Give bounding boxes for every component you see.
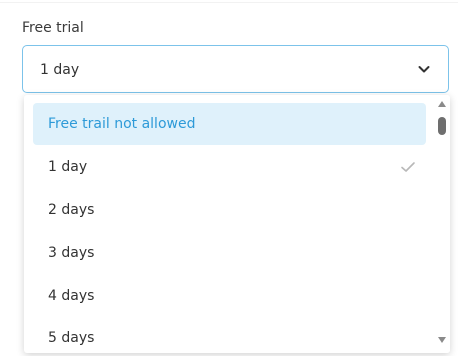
free-trial-select[interactable]: 1 day [22, 45, 449, 93]
option-label: 3 days [48, 245, 95, 261]
option-label: 2 days [48, 202, 95, 218]
option-label: 5 days [48, 330, 95, 346]
option-label: Free trail not allowed [48, 116, 196, 132]
scroll-up-arrow-icon[interactable] [438, 101, 446, 107]
dropdown-scrollbar[interactable] [434, 95, 450, 353]
select-value: 1 day [40, 62, 80, 78]
option-label: 1 day [48, 159, 88, 175]
option-1-day[interactable]: 1 day [33, 146, 426, 188]
option-free-trail-not-allowed[interactable]: Free trail not allowed [33, 103, 426, 145]
scroll-thumb[interactable] [438, 117, 446, 135]
dropdown-menu: Free trail not allowed 1 day 2 days 3 da… [24, 95, 450, 353]
option-4-days[interactable]: 4 days [33, 275, 426, 317]
dropdown-options: Free trail not allowed 1 day 2 days 3 da… [24, 95, 434, 353]
divider [0, 2, 458, 3]
option-2-days[interactable]: 2 days [33, 189, 426, 231]
option-label: 4 days [48, 288, 95, 304]
check-icon [401, 162, 415, 172]
option-3-days[interactable]: 3 days [33, 232, 426, 274]
page: Free trial 1 day Free trail not allowed … [0, 0, 458, 356]
chevron-down-icon [418, 66, 430, 73]
option-5-days[interactable]: 5 days [33, 317, 426, 353]
free-trial-label: Free trial [22, 20, 84, 36]
scroll-down-arrow-icon[interactable] [438, 337, 446, 343]
